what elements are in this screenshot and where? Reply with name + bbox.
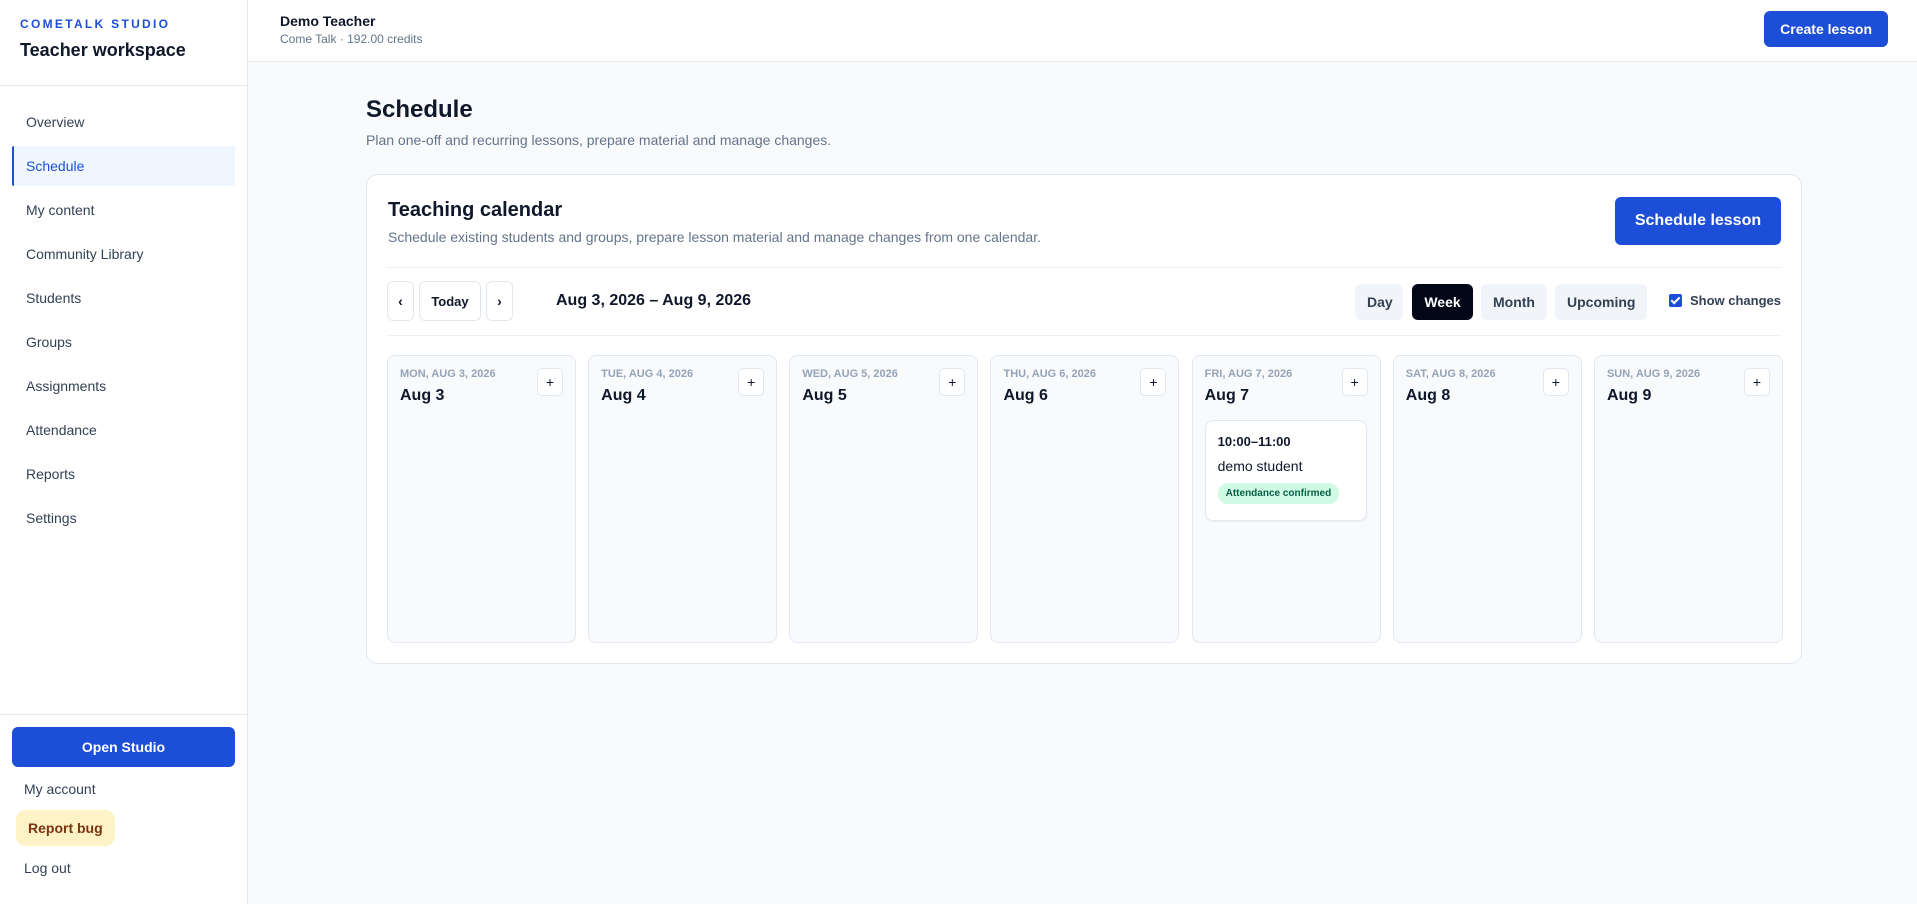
sidebar-footer: Open Studio My account Report bug Log ou… xyxy=(0,714,247,904)
view-day-button[interactable]: Day xyxy=(1355,284,1403,320)
create-lesson-button[interactable]: Create lesson xyxy=(1764,11,1888,47)
day-date: Aug 6 xyxy=(1003,387,1048,404)
schedule-lesson-button[interactable]: Schedule lesson xyxy=(1615,197,1781,245)
sidebar-item-schedule[interactable]: Schedule xyxy=(12,146,235,186)
event-student: demo student xyxy=(1217,458,1303,474)
attendance-badge: Attendance confirmed xyxy=(1217,483,1340,504)
view-upcoming-button[interactable]: Upcoming xyxy=(1555,284,1647,320)
add-lesson-button[interactable]: + xyxy=(1140,368,1167,396)
sidebar-nav: Overview Schedule My content Community L… xyxy=(0,86,247,538)
day-date: Aug 7 xyxy=(1204,387,1250,404)
day-weekday: MON, AUG 3, 2026 xyxy=(400,368,496,380)
user-meta: Come Talk · 192.00 credits xyxy=(280,32,423,46)
add-lesson-button[interactable]: + xyxy=(1341,368,1368,396)
day-weekday: WED, AUG 5, 2026 xyxy=(802,368,898,380)
top-bar: Demo Teacher Come Talk · 192.00 credits … xyxy=(248,0,1917,62)
day-column-sun: SUN, AUG 9, 2026 Aug 9 + xyxy=(1593,355,1783,643)
report-bug-button[interactable]: Report bug xyxy=(16,810,115,846)
add-lesson-button[interactable]: + xyxy=(537,368,563,396)
day-date: Aug 8 xyxy=(1405,387,1451,404)
day-date: Aug 3 xyxy=(400,387,445,404)
day-weekday: SAT, AUG 8, 2026 xyxy=(1405,368,1496,380)
day-weekday: FRI, AUG 7, 2026 xyxy=(1204,368,1293,380)
calendar-subtitle: Schedule existing students and groups, p… xyxy=(388,229,1041,245)
prev-week-button[interactable]: ‹ xyxy=(387,281,414,321)
add-lesson-button[interactable]: + xyxy=(738,368,765,396)
add-lesson-button[interactable]: + xyxy=(939,368,966,396)
add-lesson-button[interactable]: + xyxy=(1743,368,1770,396)
day-date: Aug 4 xyxy=(601,387,646,404)
workspace-title: Teacher workspace xyxy=(20,40,186,60)
sidebar-item-settings[interactable]: Settings xyxy=(12,498,235,538)
teaching-calendar-card: Teaching calendar Schedule existing stud… xyxy=(366,174,1802,664)
show-changes-toggle[interactable]: Show changes xyxy=(1668,293,1781,308)
day-column-tue: TUE, AUG 4, 2026 Aug 4 + xyxy=(588,355,778,643)
sidebar-item-community-library[interactable]: Community Library xyxy=(12,234,235,274)
brand: COMETALK STUDIO Teacher workspace xyxy=(0,0,247,86)
lesson-event-card[interactable]: 10:00–11:00 demo student Attendance conf… xyxy=(1204,420,1367,521)
divider xyxy=(387,267,1781,268)
day-weekday: THU, AUG 6, 2026 xyxy=(1003,368,1096,380)
brand-name: COMETALK STUDIO xyxy=(20,17,171,31)
day-date: Aug 5 xyxy=(802,387,847,404)
sidebar-item-attendance[interactable]: Attendance xyxy=(12,410,235,450)
sidebar-item-reports[interactable]: Reports xyxy=(12,454,235,494)
sidebar-item-assignments[interactable]: Assignments xyxy=(12,366,235,406)
user-name: Demo Teacher xyxy=(280,13,376,29)
day-column-wed: WED, AUG 5, 2026 Aug 5 + xyxy=(789,355,979,643)
view-month-button[interactable]: Month xyxy=(1481,284,1547,320)
day-weekday: TUE, AUG 4, 2026 xyxy=(601,368,694,380)
show-changes-checkbox[interactable] xyxy=(1668,294,1682,307)
day-weekday: SUN, AUG 9, 2026 xyxy=(1606,368,1701,380)
page-title: Schedule xyxy=(366,96,473,123)
event-time: 10:00–11:00 xyxy=(1217,434,1291,449)
sidebar-item-students[interactable]: Students xyxy=(12,278,235,318)
day-column-fri: FRI, AUG 7, 2026 Aug 7 + 10:00–11:00 dem… xyxy=(1191,355,1381,643)
sidebar-item-groups[interactable]: Groups xyxy=(12,322,235,362)
log-out-link[interactable]: Log out xyxy=(12,860,235,876)
sidebar-item-overview[interactable]: Overview xyxy=(12,102,235,142)
day-date: Aug 9 xyxy=(1606,387,1652,404)
my-account-link[interactable]: My account xyxy=(12,781,235,797)
day-column-sat: SAT, AUG 8, 2026 Aug 8 + xyxy=(1392,355,1582,643)
day-column-mon: MON, AUG 3, 2026 Aug 3 + xyxy=(387,355,576,643)
view-week-button[interactable]: Week xyxy=(1412,284,1473,320)
sidebar: COMETALK STUDIO Teacher workspace Overvi… xyxy=(0,0,248,904)
week-grid: MON, AUG 3, 2026 Aug 3 + TUE, AUG 4, 202… xyxy=(387,355,1783,643)
add-lesson-button[interactable]: + xyxy=(1542,368,1569,396)
date-range-label: Aug 3, 2026 – Aug 9, 2026 xyxy=(556,292,752,309)
divider xyxy=(387,335,1781,336)
calendar-title: Teaching calendar xyxy=(388,199,563,221)
today-button[interactable]: Today xyxy=(419,281,481,321)
open-studio-button[interactable]: Open Studio xyxy=(12,727,235,767)
next-week-button[interactable]: › xyxy=(486,281,513,321)
sidebar-item-my-content[interactable]: My content xyxy=(12,190,235,230)
day-column-thu: THU, AUG 6, 2026 Aug 6 + xyxy=(990,355,1180,643)
show-changes-label: Show changes xyxy=(1689,293,1781,308)
page-subtitle: Plan one-off and recurring lessons, prep… xyxy=(366,132,832,148)
